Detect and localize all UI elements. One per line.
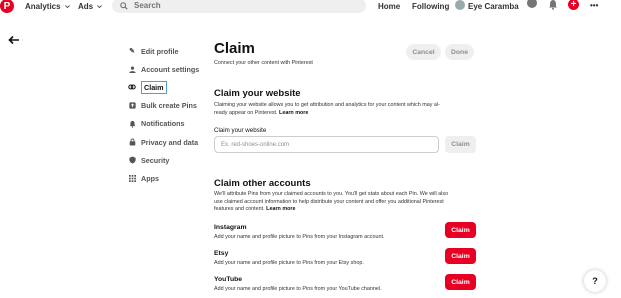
instagram-account-name: Instagram	[214, 224, 247, 231]
home-link[interactable]: Home	[378, 0, 400, 12]
etsy-account-description: Add your name and profile picture to Pin…	[214, 260, 364, 266]
claim-website-button[interactable]: Claim	[445, 136, 476, 153]
sidebar-item-edit-profile[interactable]: ✎ Edit profile	[128, 42, 208, 60]
pinterest-logo-icon[interactable]: P	[0, 0, 14, 13]
analytics-menu[interactable]: Analytics	[25, 0, 71, 12]
more-options-icon[interactable]: •••	[590, 0, 598, 11]
sidebar-item-security[interactable]: Security	[128, 151, 208, 169]
claim-accounts-heading: Claim other accounts	[214, 178, 311, 189]
sidebar-item-label: Bulk create Pins	[141, 101, 197, 111]
claim-website-description: Claiming your website allows you to get …	[214, 102, 476, 117]
description-line: use claimed account information to help …	[214, 198, 444, 205]
sidebar-item-bulk-create-pins[interactable]: Bulk create Pins	[128, 97, 208, 115]
sidebar-item-label: Account settings	[141, 64, 200, 74]
sidebar-item-notifications[interactable]: Notifications	[128, 115, 208, 133]
search-placeholder: Search	[134, 1, 161, 10]
top-nav-bar: P Analytics Ads Search Home Following Ey…	[0, 0, 621, 14]
ads-menu[interactable]: Ads	[78, 0, 103, 12]
description-line: Claiming your website allows you to get …	[214, 102, 440, 108]
website-field-label: Claim your website	[214, 127, 267, 134]
upload-icon	[128, 102, 136, 110]
claim-etsy-button[interactable]: Claim	[445, 248, 476, 264]
chevron-down-icon	[64, 4, 70, 8]
chevron-down-icon	[97, 4, 103, 8]
back-arrow-icon[interactable]	[8, 35, 20, 45]
search-input[interactable]: Search	[112, 0, 366, 13]
sidebar-item-label: Privacy and data	[141, 137, 199, 147]
pencil-icon: ✎	[129, 48, 135, 56]
link-icon	[128, 83, 136, 91]
sidebar-item-label: Claim	[141, 80, 167, 94]
youtube-account-description: Add your name and profile picture to Pin…	[214, 286, 382, 292]
create-plus-icon[interactable]: +	[568, 0, 579, 10]
ads-label: Ads	[78, 1, 94, 11]
sidebar-item-label: Apps	[141, 173, 159, 183]
help-button[interactable]: ?	[584, 270, 606, 292]
analytics-label: Analytics	[25, 1, 61, 11]
shield-icon	[128, 156, 136, 164]
sidebar-item-label: Security	[141, 155, 170, 165]
sidebar-item-apps[interactable]: Apps	[128, 169, 208, 187]
search-icon	[120, 1, 128, 10]
done-button[interactable]: Done	[445, 44, 474, 60]
claim-website-heading: Claim your website	[214, 88, 301, 99]
youtube-account-name: YouTube	[214, 276, 243, 283]
claim-accounts-description: We'll attribute Pins from your claimed a…	[214, 191, 476, 214]
learn-more-link[interactable]: Learn more	[266, 206, 295, 212]
profile-link[interactable]: Eye Caramba	[468, 0, 519, 12]
avatar[interactable]	[455, 0, 465, 10]
website-input-placeholder: Ex. red-shoes-online.com	[221, 141, 290, 148]
website-input[interactable]: Ex. red-shoes-online.com	[214, 136, 439, 153]
notifications-bell-icon[interactable]	[548, 0, 558, 10]
description-line: We'll attribute Pins from your claimed a…	[214, 191, 449, 197]
lock-icon	[128, 138, 136, 146]
instagram-account-description: Add your name and profile picture to Pin…	[214, 234, 385, 240]
sidebar-item-privacy-and-data[interactable]: Privacy and data	[128, 133, 208, 151]
sidebar-item-label: Edit profile	[141, 46, 179, 56]
sidebar-item-claim[interactable]: Claim	[128, 78, 208, 96]
sidebar-item-account-settings[interactable]: Account settings	[128, 60, 208, 78]
messages-icon[interactable]	[527, 0, 537, 8]
claim-instagram-button[interactable]: Claim	[445, 222, 476, 238]
claim-youtube-button[interactable]: Claim	[445, 274, 476, 290]
person-icon	[128, 65, 136, 73]
etsy-account-name: Etsy	[214, 250, 229, 257]
description-line: ready appear on Pinterest. Learn more	[214, 109, 309, 116]
page-subtitle: Connect your other content with Pinteres…	[214, 60, 313, 66]
bell-icon	[128, 120, 136, 128]
sidebar-item-label: Notifications	[141, 119, 185, 129]
following-link[interactable]: Following	[412, 0, 449, 12]
description-line: features and content. Learn more	[214, 206, 296, 213]
grid-icon	[128, 174, 136, 182]
learn-more-link[interactable]: Learn more	[279, 110, 308, 116]
settings-sidebar: ✎ Edit profile Account settings Claim Bu…	[128, 42, 208, 188]
cancel-button[interactable]: Cancel	[406, 44, 441, 60]
